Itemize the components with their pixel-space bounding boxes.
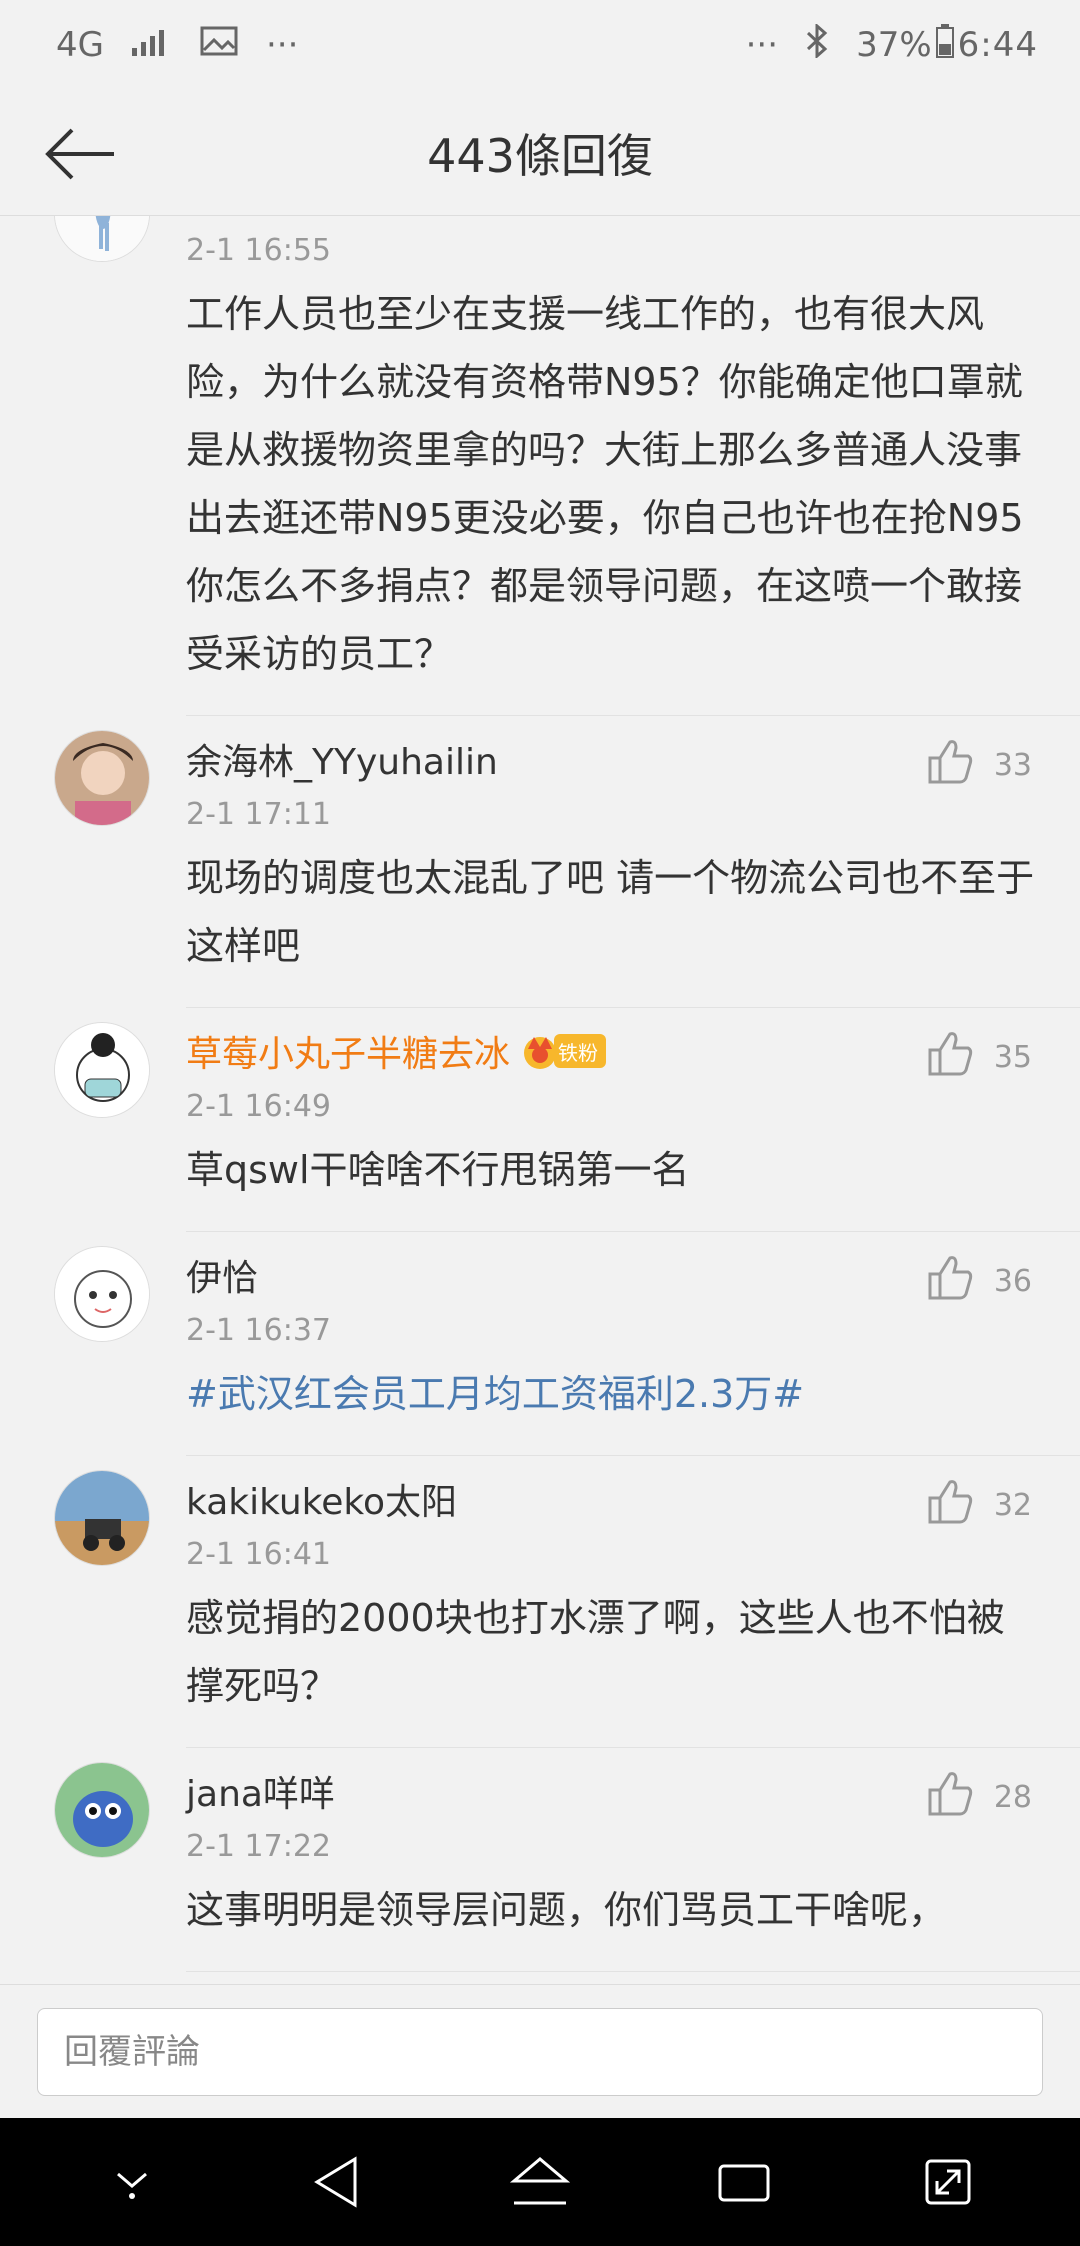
- triangle-back-icon: [314, 2156, 357, 2208]
- comment-time: 2-1 16:55: [186, 232, 331, 268]
- like-area[interactable]: 28: [926, 1770, 1032, 1824]
- status-right: ··· 37% 6:44: [745, 22, 1038, 67]
- battery-icon: [935, 23, 954, 67]
- battery-percent: 37%: [856, 25, 932, 65]
- comment-head: 草莓小丸子半糖去冰 铁粉: [186, 1022, 1040, 1080]
- username[interactable]: 余海林_YYyuhailin: [186, 733, 498, 785]
- chevron-down-icon: [117, 2172, 147, 2199]
- username[interactable]: 花儿: [186, 216, 258, 221]
- signal-icon: [131, 25, 172, 65]
- like-count: 33: [993, 747, 1032, 783]
- reply-input[interactable]: [37, 2007, 1043, 2096]
- thumb-up-icon: [926, 738, 974, 792]
- username[interactable]: 伊恰: [186, 1249, 258, 1301]
- like-count: 35: [993, 1039, 1032, 1075]
- like-count: 32: [993, 1487, 1032, 1523]
- more-icon: ···: [265, 25, 299, 65]
- avatar[interactable]: [54, 1246, 150, 1342]
- recents-button[interactable]: [694, 2132, 794, 2232]
- arrow-left-icon: [45, 128, 114, 180]
- back-nav-button[interactable]: [286, 2132, 386, 2232]
- image-icon: [200, 25, 238, 65]
- comment-item: 余海林_YYyuhailin 33 2-1 17:11 现场的调度也太混乱了吧 …: [0, 716, 1080, 1008]
- comment-head: 伊恰: [186, 1246, 1040, 1304]
- comment-item: 花儿 46 2-1 16:55 工作人员也至少在支援一线工作的，也有很大风险，为…: [0, 216, 1080, 716]
- comment-time: 2-1 16:37: [186, 1312, 331, 1348]
- thumb-up-icon: [926, 1030, 974, 1084]
- thumb-up-icon: [926, 1478, 974, 1532]
- avatar[interactable]: [54, 1762, 150, 1858]
- home-button[interactable]: [490, 2132, 590, 2232]
- avatar[interactable]: [54, 730, 150, 826]
- comment-text: 草qswl干啥啥不行甩锅第一名: [186, 1148, 690, 1192]
- fan-badge-label: 铁粉: [554, 1034, 607, 1068]
- comment-time: 2-1 17:11: [186, 796, 331, 832]
- comment-text: 工作人员也至少在支援一线工作的，也有很大风险，为什么就没有资格带N95？你能确定…: [186, 292, 1024, 676]
- thumb-up-icon: [926, 1254, 974, 1308]
- comment-item: 伊恰 36 2-1 16:37 #武汉红会员工月均工资福利2.3万#: [0, 1232, 1080, 1456]
- avatar[interactable]: [54, 216, 150, 262]
- avatar[interactable]: [54, 1470, 150, 1566]
- like-area[interactable]: 36: [926, 1254, 1032, 1308]
- comment-item: 草莓小丸子半糖去冰 铁粉 35 2-1 16:49 草qswl干啥啥不行甩锅第一…: [0, 1008, 1080, 1232]
- comment-time: 2-1 16:49: [186, 1088, 331, 1124]
- more-icon: ···: [745, 25, 779, 65]
- reply-bar: [0, 1984, 1080, 2118]
- hide-keyboard-button[interactable]: [82, 2132, 182, 2232]
- like-area[interactable]: 33: [926, 738, 1032, 792]
- username[interactable]: kakikukeko太阳: [186, 1473, 457, 1525]
- comment-text: 现场的调度也太混乱了吧 请一个物流公司也不至于这样吧: [186, 856, 1035, 968]
- recents-icon: [718, 2164, 770, 2202]
- fan-badge: 铁粉: [520, 1031, 607, 1071]
- comment-item: jana咩咩 28 2-1 17:22 这事明明是领导层问题，你们骂员工干啥呢，: [0, 1748, 1080, 1972]
- comment-head: 花儿: [186, 216, 1040, 224]
- thumb-up-icon: [926, 1770, 974, 1824]
- battery-group: 37% 6:44: [856, 23, 1038, 67]
- like-area[interactable]: 35: [926, 1030, 1032, 1084]
- top-bar: 443條回復: [0, 90, 1080, 216]
- username[interactable]: jana咩咩: [186, 1765, 335, 1817]
- back-button[interactable]: [40, 114, 120, 194]
- like-area[interactable]: 32: [926, 1478, 1032, 1532]
- expand-button[interactable]: [898, 2132, 998, 2232]
- comment-head: 余海林_YYyuhailin: [186, 730, 1040, 788]
- status-left: 4G ···: [56, 25, 298, 65]
- home-icon: [510, 2157, 570, 2205]
- bluetooth-icon: [806, 22, 828, 67]
- comment-time: 2-1 17:22: [186, 1828, 331, 1864]
- expand-icon: [925, 2159, 971, 2205]
- comment-text: 这事明明是领导层问题，你们骂员工干啥呢，: [186, 1888, 947, 1932]
- like-count: 36: [993, 1263, 1032, 1299]
- page-title: 443條回復: [427, 128, 653, 183]
- comment-list[interactable]: 花儿 46 2-1 16:55 工作人员也至少在支援一线工作的，也有很大风险，为…: [0, 216, 1080, 1984]
- clock: 6:44: [957, 25, 1038, 65]
- navigation-bar: [0, 2118, 1080, 2246]
- comment-item: kakikukeko太阳 32 2-1 16:41 感觉捐的2000块也打水漂了…: [0, 1456, 1080, 1748]
- comment-time: 2-1 16:41: [186, 1536, 331, 1572]
- hashtag-link[interactable]: #武汉红会员工月均工资福利2.3万#: [186, 1360, 1040, 1428]
- username[interactable]: 草莓小丸子半糖去冰: [186, 1025, 510, 1077]
- like-count: 28: [993, 1779, 1032, 1815]
- avatar[interactable]: [54, 1022, 150, 1118]
- comment-head: kakikukeko太阳: [186, 1470, 1040, 1528]
- network-label: 4G: [56, 25, 104, 65]
- comment-text: 感觉捐的2000块也打水漂了啊，这些人也不怕被撑死吗？: [186, 1596, 1005, 1708]
- comment-head: jana咩咩: [186, 1762, 1040, 1820]
- status-bar: 4G ··· ··· 37% 6:44: [0, 0, 1080, 90]
